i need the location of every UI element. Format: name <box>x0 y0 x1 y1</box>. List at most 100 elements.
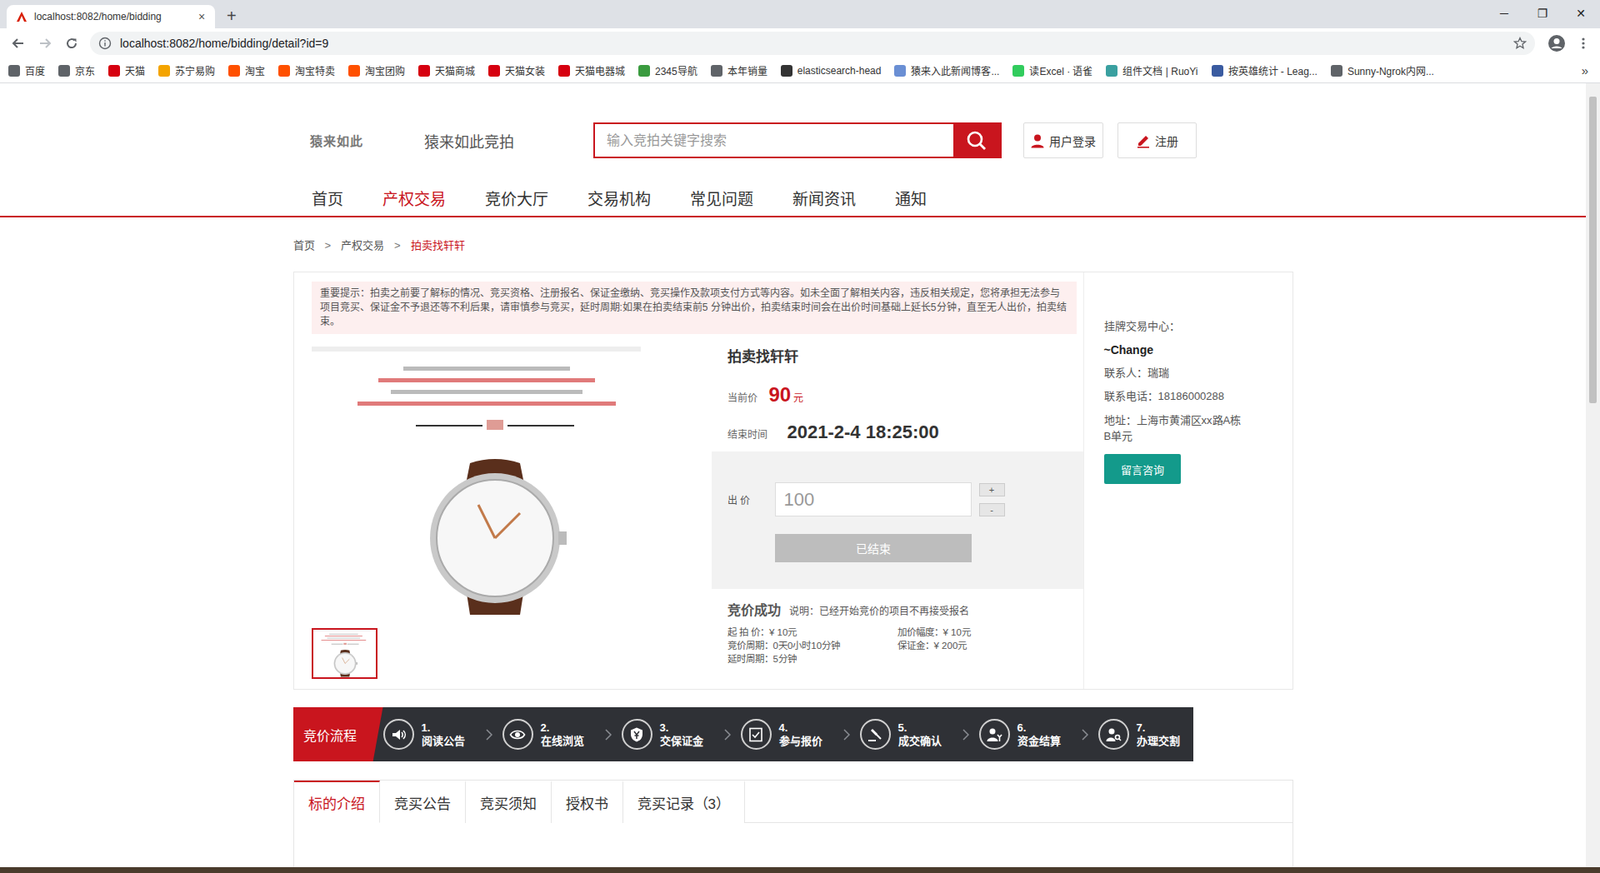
step-text: 7.办理交割 <box>1136 721 1180 749</box>
bookmark[interactable]: 淘宝特卖 <box>278 63 335 78</box>
new-tab-button[interactable]: + <box>226 5 237 29</box>
bid-input[interactable]: 100 <box>775 482 972 517</box>
nav-item[interactable]: 新闻资讯 <box>792 186 856 210</box>
nav-item[interactable]: 交易机构 <box>587 186 651 210</box>
close-tab-button[interactable]: × <box>195 10 209 24</box>
process-step[interactable]: 5.成交确认 <box>860 719 954 750</box>
bookmark-label: 天猫女装 <box>505 63 545 78</box>
nav-wrap: 首页 产权交易 竞价大厅 交易机构 常见问题 新闻资讯 通知 <box>293 179 1294 216</box>
bookmark-label: 淘宝 <box>245 63 265 78</box>
bookmark[interactable]: 天猫商城 <box>418 63 475 78</box>
restore-button[interactable]: ❐ <box>1523 0 1562 29</box>
agency-phone: 联系电话：18186000288 <box>1104 389 1293 405</box>
detail-tab[interactable]: 标的介绍 <box>294 780 380 824</box>
bookmark[interactable]: Sunny-Ngrok内网... <box>1330 63 1435 78</box>
speaker-icon <box>383 719 415 750</box>
forward-icon[interactable] <box>31 31 59 55</box>
step-text: 2.在线浏览 <box>540 721 585 749</box>
process-step[interactable]: 3.交保证金 <box>621 719 715 750</box>
tab-strip: localhost:8082/home/bidding× + ─❐✕ <box>0 0 1600 29</box>
window-controls: ─❐✕ <box>1485 0 1600 29</box>
back-icon[interactable] <box>5 31 32 55</box>
scrollbar-thumb[interactable] <box>1589 96 1597 404</box>
process-step[interactable]: 6.资金结算 <box>979 719 1073 750</box>
detail-tab[interactable]: 竞买记录（3） <box>623 780 745 824</box>
chevron-icon <box>476 729 503 741</box>
breadcrumb-item[interactable]: 产权交易 <box>340 237 385 255</box>
bookmark[interactable]: 2345导航 <box>638 63 698 78</box>
step-number: 4. <box>779 721 823 735</box>
plus-button[interactable]: + <box>979 483 1005 497</box>
notice: 重要提示：拍卖之前要了解标的情况、竞买资格、注册报名、保证金缴纳、竞买操作及款项… <box>311 281 1077 335</box>
bookmark-icon <box>348 65 360 77</box>
web-page: 猿来如此猿来如此竞拍用户登录注册首页产权交易竞价大厅交易机构常见问题新闻资讯通知… <box>0 83 1586 868</box>
bookmark[interactable]: 读Excel · 语雀 <box>1012 63 1093 78</box>
step-text: 4.参与报价 <box>779 721 823 749</box>
bookmark-label: 淘宝特卖 <box>295 63 335 78</box>
step-text: 1.阅读公告 <box>421 721 465 749</box>
price-row: 当前价90元 <box>711 383 1084 407</box>
detail-tab[interactable]: 授权书 <box>551 780 624 824</box>
step-label: 交保证金 <box>660 735 704 749</box>
card-icon <box>740 719 772 750</box>
bookmark-icon <box>278 65 290 77</box>
nav-item[interactable]: 常见问题 <box>690 186 754 210</box>
register-button[interactable]: 注册 <box>1117 122 1197 159</box>
login-button[interactable]: 用户登录 <box>1023 122 1104 159</box>
bookmark[interactable]: 京东 <box>58 63 95 78</box>
profile-icon[interactable] <box>1543 31 1570 55</box>
detail-tab[interactable]: 竞买须知 <box>465 780 552 824</box>
favicon-icon <box>15 10 29 24</box>
bookmark[interactable]: 淘宝团购 <box>348 63 405 78</box>
url-text[interactable]: localhost:8082/home/bidding/detail?id=9 <box>120 36 1505 50</box>
bookmark[interactable]: 淘宝 <box>228 63 265 78</box>
bookmark-icon <box>158 65 170 77</box>
process-step[interactable]: 2.在线浏览 <box>502 719 596 750</box>
bookmark[interactable]: 天猫女装 <box>488 63 545 78</box>
bookmark-icon <box>58 65 70 77</box>
bookmark[interactable]: 百度 <box>8 63 45 78</box>
nav-item[interactable]: 首页 <box>311 186 344 210</box>
step-number: 5. <box>898 721 942 735</box>
bookmark[interactable]: 天猫电器城 <box>558 63 625 78</box>
reload-icon[interactable] <box>58 31 85 55</box>
detail-tab[interactable]: 竞买公告 <box>380 780 466 824</box>
close-window-button[interactable]: ✕ <box>1561 0 1600 29</box>
process-step[interactable]: 7.办理交割 <box>1098 719 1192 750</box>
nav-item[interactable]: 竞价大厅 <box>485 186 549 210</box>
menu-icon[interactable] <box>1570 31 1597 55</box>
address-bar[interactable]: localhost:8082/home/bidding/detail?id=9 <box>90 31 1535 55</box>
process-step[interactable]: 4.参与报价 <box>740 719 835 750</box>
bid-label: 出 价 <box>727 492 775 507</box>
bookmark[interactable]: 天猫 <box>108 63 145 78</box>
main-nav: 首页 产权交易 竞价大厅 交易机构 常见问题 新闻资讯 通知 <box>293 179 1294 216</box>
message-button[interactable]: 留言咨询 <box>1104 454 1181 485</box>
nav-item[interactable]: 通知 <box>895 186 927 210</box>
bookmark[interactable]: 苏宁易购 <box>158 63 215 78</box>
person-search-icon <box>1098 719 1130 750</box>
minimize-button[interactable]: ─ <box>1485 0 1524 29</box>
site-name: 猿来如此竞拍 <box>424 130 594 152</box>
term: 竞价周期：0天0小时10分钟 <box>727 639 898 653</box>
bookmark-icon <box>1330 65 1343 77</box>
process-step[interactable]: 1.阅读公告 <box>383 719 477 750</box>
breadcrumb-item[interactable]: 首页 <box>293 237 315 255</box>
browser-tab[interactable]: localhost:8082/home/bidding× <box>6 5 215 29</box>
bookmark[interactable]: 猿来入此新闻博客... <box>894 63 1000 78</box>
bookmark-label: 苏宁易购 <box>175 63 215 78</box>
star-icon[interactable] <box>1513 36 1527 50</box>
bookmark[interactable]: elasticsearch-head <box>780 65 882 77</box>
bookmark[interactable]: 本年销量 <box>710 63 768 78</box>
more-bookmarks-button[interactable]: » <box>1570 63 1600 78</box>
end-time-row: 结束时间2021-2-4 18:25:00 <box>711 421 1084 444</box>
site-logo[interactable]: 猿来如此 <box>310 131 410 150</box>
bookmark[interactable]: 组件文档 | RuoYi <box>1105 63 1198 78</box>
minus-button[interactable]: - <box>979 503 1005 517</box>
thumbnail[interactable] <box>311 628 378 680</box>
search-button[interactable] <box>953 124 1000 157</box>
bookmark[interactable]: 按英雄统计 - Leag... <box>1211 63 1318 78</box>
nav-item[interactable]: 产权交易 <box>382 186 446 210</box>
search-input[interactable] <box>595 124 954 157</box>
breadcrumb-item[interactable]: 拍卖找轩轩 <box>410 237 465 255</box>
auction-info: 拍卖找轩轩当前价90元结束时间2021-2-4 18:25:00出 价100+-… <box>711 346 1084 680</box>
